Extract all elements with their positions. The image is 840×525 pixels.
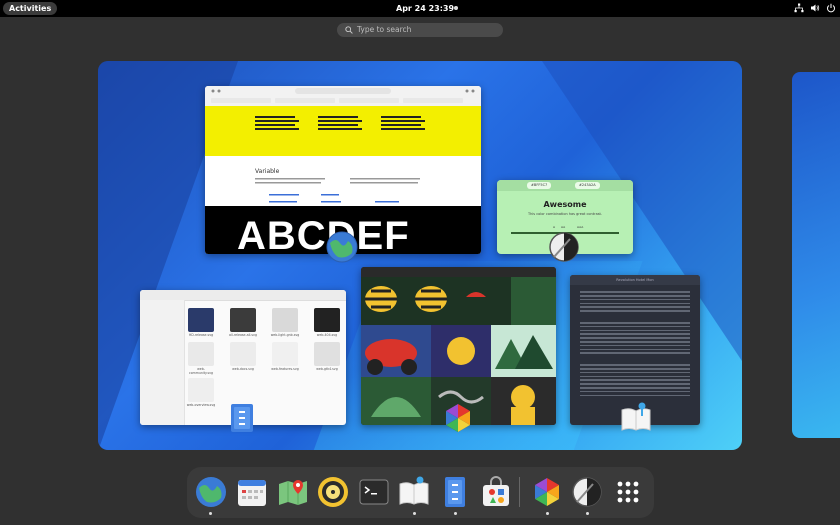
variable-section: Variable [205, 156, 481, 206]
running-indicator [413, 512, 416, 515]
search-input[interactable]: Type to search [337, 23, 503, 37]
contrast-header[interactable]: #BFF5C7 #243A2A [497, 180, 633, 191]
file-thumb[interactable] [272, 308, 298, 332]
files-app-icon[interactable] [439, 476, 471, 508]
search-placeholder: Type to search [357, 25, 412, 34]
dock-separator [519, 477, 520, 507]
notification-dot [454, 6, 458, 10]
files-sidebar[interactable] [140, 300, 185, 425]
clock[interactable]: Apr 24 23:39 [396, 0, 454, 17]
terminal-app-icon[interactable] [358, 476, 390, 508]
maps-app-icon[interactable] [277, 476, 309, 508]
file-thumb[interactable] [272, 342, 298, 366]
contrast-result-subtitle: This color combination has great contras… [527, 212, 603, 216]
image-viewer-header[interactable] [361, 267, 556, 277]
color-a-field[interactable]: #BFF5C7 [527, 182, 552, 189]
font-sample-banner [205, 106, 481, 156]
top-bar: Activities Apr 24 23:39 [0, 0, 840, 17]
scale-label-aa: AA [561, 225, 566, 229]
activities-button[interactable]: Activities [3, 2, 58, 15]
workspace-next[interactable] [792, 72, 840, 438]
color-b-field[interactable]: #243A2A [575, 182, 600, 189]
scale-label-aaa: AAA [577, 225, 584, 229]
specimen-text: ABCDEF [237, 214, 410, 254]
reader-icon [621, 402, 651, 431]
calendar-app-icon[interactable] [236, 476, 268, 508]
music-app-icon[interactable] [317, 476, 349, 508]
file-thumb[interactable] [314, 308, 340, 332]
file-label: web-404.svg [316, 333, 338, 337]
file-label: HD-release.svg [188, 333, 214, 337]
reader-app-icon[interactable] [398, 476, 430, 508]
reader-header[interactable]: Revolution Hotel Mon [570, 275, 700, 285]
font-sample-lines [255, 116, 425, 130]
color-palette-app-icon[interactable] [531, 476, 563, 508]
app-grid-icon[interactable] [612, 476, 644, 508]
files-icon [231, 404, 253, 432]
color-palette-icon [446, 404, 470, 432]
section-heading: Variable [255, 168, 280, 175]
system-tray[interactable] [794, 3, 836, 13]
running-indicator [209, 512, 212, 515]
scale-label-a: A [553, 225, 556, 229]
file-label: web-features.svg [271, 367, 299, 371]
web-browser-app-icon[interactable] [195, 476, 227, 508]
network-icon [794, 3, 804, 13]
file-label: web-overview.svg [186, 403, 216, 407]
file-label: web-light-gnb.svg [270, 333, 300, 337]
contrast-app-icon[interactable] [571, 476, 603, 508]
power-icon [827, 3, 835, 13]
file-thumb[interactable] [188, 378, 214, 402]
running-indicator [546, 512, 549, 515]
variable-controls [255, 178, 420, 203]
file-label: web-docs.svg [232, 367, 254, 371]
file-label: all-release-all.svg [229, 333, 257, 337]
file-thumb[interactable] [188, 342, 214, 366]
volume-icon [811, 4, 820, 12]
dock [187, 467, 654, 518]
file-thumb[interactable] [230, 308, 256, 332]
browser-toolbar[interactable] [205, 86, 481, 107]
contrast-result-title: Awesome [543, 200, 587, 209]
file-thumb[interactable] [314, 342, 340, 366]
file-thumb[interactable] [188, 308, 214, 332]
browser-chrome-icons [211, 88, 475, 103]
contrast-icon [549, 232, 579, 262]
file-label: web-community.svg [188, 367, 214, 375]
file-thumb[interactable] [230, 342, 256, 366]
file-label: web-gtk4.svg [316, 367, 338, 371]
software-app-icon[interactable] [480, 476, 512, 508]
search-icon [345, 26, 353, 34]
running-indicator [586, 512, 589, 515]
running-indicator [454, 512, 457, 515]
web-browser-icon [326, 231, 358, 263]
browser-window[interactable]: Variable ABCDEF [205, 86, 481, 254]
